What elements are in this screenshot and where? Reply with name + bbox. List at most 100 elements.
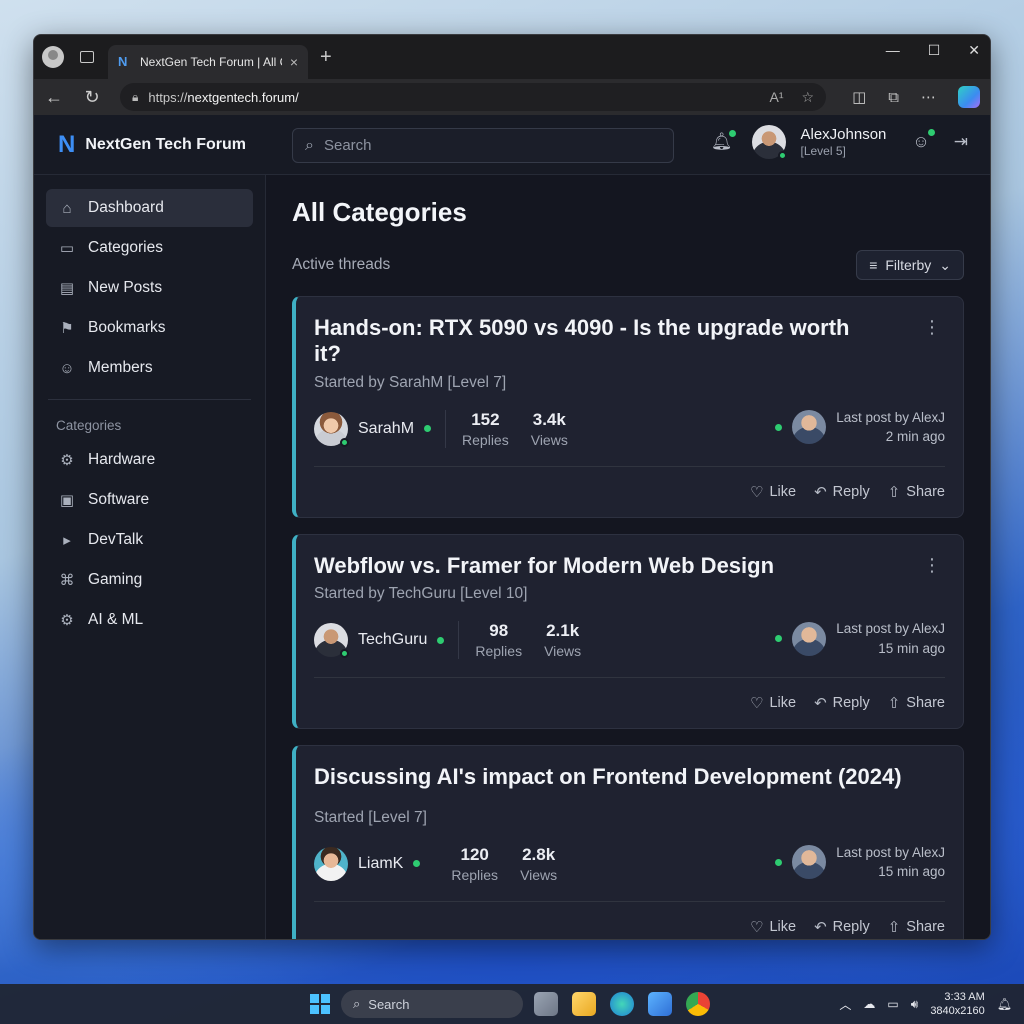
thread-author[interactable]: LiamK (314, 846, 421, 881)
author-avatar[interactable] (314, 623, 349, 659)
last-post[interactable]: Last post by AlexJ 15 min ago (775, 843, 945, 882)
thread-title[interactable]: Webflow vs. Framer for Modern Web Design (314, 553, 914, 579)
thread-title[interactable]: Discussing AI's impact on Frontend Devel… (314, 764, 954, 790)
taskbar-search[interactable]: ⌕ Search (341, 990, 523, 1018)
maximize-button[interactable]: ☐ (928, 42, 941, 59)
active-tab[interactable]: N NextGen Tech Forum | All Cat × (108, 45, 308, 79)
notification-bell-icon[interactable]: 🔔︎ (711, 130, 737, 152)
minimize-button[interactable]: — (886, 42, 900, 58)
url-text[interactable]: https://nextgentech.forum/ (148, 90, 759, 105)
like-button[interactable]: ♡ Like (750, 694, 796, 712)
sidebar-item-label: AI & ML (88, 611, 144, 628)
display-icon[interactable]: ▭ (887, 997, 898, 1011)
user-level: [Level 5] (800, 143, 846, 158)
thread-author[interactable]: SarahM (314, 411, 432, 447)
chrome-icon[interactable] (686, 992, 710, 1016)
more-options-icon[interactable]: ⋮ (923, 555, 941, 576)
task-view-icon[interactable] (534, 992, 558, 1016)
sidebar-item-label: Gaming (88, 571, 143, 588)
sidebar-item-bookmarks[interactable]: ⚑ Bookmarks (46, 309, 253, 347)
views-count: 2.1k (546, 621, 580, 641)
tab-actions-icon[interactable] (80, 51, 94, 63)
sidebar-categories-heading: Categories (56, 418, 122, 433)
user-avatar[interactable] (752, 125, 788, 160)
reply-button[interactable]: ↶ Reply (814, 694, 870, 712)
logout-icon[interactable]: ⇥ (954, 132, 968, 152)
last-post-avatar[interactable] (792, 845, 827, 880)
chevron-up-icon[interactable]: ︿ (839, 996, 851, 1013)
close-window-button[interactable]: ✕ (968, 42, 980, 59)
sidebar-item-dashboard[interactable]: ⌂ Dashboard (46, 189, 253, 227)
clock[interactable]: 3:33 AM 3840x2160 (930, 990, 984, 1019)
last-post-avatar[interactable] (792, 621, 827, 656)
sidebar-item-label: New Posts (88, 279, 163, 296)
last-post[interactable]: Last post by AlexJ 15 min ago (775, 619, 945, 658)
sidebar-item-software[interactable]: ▣ Software (46, 481, 253, 519)
cloud-icon[interactable]: ☁ (863, 997, 875, 1011)
thread-card[interactable]: Hands-on: RTX 5090 vs 4090 - Is the upgr… (292, 296, 964, 518)
read-aloud-icon[interactable]: A¹ (770, 89, 784, 106)
views-label: Views (544, 643, 582, 660)
site-name: NextGen Tech Forum (85, 135, 246, 153)
last-post[interactable]: Last post by AlexJ 2 min ago (775, 408, 945, 447)
store-icon[interactable] (648, 992, 672, 1016)
author-avatar[interactable] (314, 411, 349, 447)
reply-button[interactable]: ↶ Reply (814, 918, 870, 936)
profile-icon[interactable] (42, 46, 64, 68)
reply-button[interactable]: ↶ Reply (814, 483, 870, 501)
like-button[interactable]: ♡ Like (750, 483, 796, 501)
tab-close-icon[interactable]: × (290, 54, 298, 70)
more-menu-icon[interactable]: ⋯ (921, 88, 936, 106)
sidebar-item-new-posts[interactable]: ▤ New Posts (46, 269, 253, 307)
sidebar-item-devtalk[interactable]: ▸ DevTalk (46, 521, 253, 559)
share-button[interactable]: ⇧ Share (888, 483, 945, 501)
app-header: N NextGen Tech Forum ⌕ 🔔︎ AlexJohnson [L… (34, 115, 990, 175)
split-screen-icon[interactable]: ◫ (852, 88, 866, 106)
back-icon[interactable]: ← (44, 87, 64, 108)
author-name: SarahM (358, 419, 415, 437)
replies-count: 152 (471, 409, 500, 429)
like-button[interactable]: ♡ Like (750, 918, 796, 936)
sidebar-item-hardware[interactable]: ⚙ Hardware (46, 441, 253, 479)
sidebar-item-ai-ml[interactable]: ⚙ AI & ML (46, 601, 253, 639)
volume-icon[interactable]: 🔊︎ (911, 997, 919, 1012)
sidebar-item-gaming[interactable]: ⌘ Gaming (46, 561, 253, 599)
online-status-dot (775, 635, 783, 643)
user-info[interactable]: AlexJohnson [Level 5] (800, 126, 886, 158)
notification-icon[interactable]: 🔔︎ (997, 997, 1012, 1011)
windows-start-icon[interactable] (310, 994, 330, 1014)
last-post-avatar[interactable] (792, 410, 827, 445)
thread-card[interactable]: Discussing AI's impact on Frontend Devel… (292, 745, 964, 939)
online-status-dot (424, 425, 432, 433)
copilot-icon[interactable] (958, 86, 980, 108)
filter-button[interactable]: ≡ Filterby ⌄ (856, 250, 964, 280)
friends-icon[interactable]: ☺ (912, 129, 935, 152)
sidebar: ⌂ Dashboard ▭ Categories ▤ New Posts ⚑ B… (34, 175, 266, 939)
replies-label: Replies (451, 866, 499, 883)
share-button[interactable]: ⇧ Share (888, 694, 945, 712)
author-avatar[interactable] (314, 846, 348, 881)
new-tab-button[interactable]: + (320, 46, 332, 69)
thread-title[interactable]: Hands-on: RTX 5090 vs 4090 - Is the upgr… (314, 315, 874, 368)
file-explorer-icon[interactable] (572, 992, 596, 1016)
sidebar-item-members[interactable]: ☺ Members (46, 349, 253, 387)
refresh-icon[interactable]: ↻ (82, 87, 102, 108)
sidebar-item-categories[interactable]: ▭ Categories (46, 229, 253, 267)
thread-author[interactable]: TechGuru (314, 623, 445, 659)
search-bar[interactable]: ⌕ (292, 128, 674, 163)
views-count: 3.4k (532, 409, 566, 429)
lock-icon[interactable]: 🔒︎ (132, 90, 138, 105)
site-logo[interactable]: N NextGen Tech Forum (58, 130, 246, 158)
last-post-time: 2 min ago (885, 429, 945, 445)
favorite-star-icon[interactable]: ☆ (802, 89, 815, 106)
collections-icon[interactable]: ⧉ (888, 89, 899, 106)
url-field[interactable]: 🔒︎ https://nextgentech.forum/ A¹ ☆ (120, 83, 827, 111)
search-input[interactable] (323, 137, 661, 154)
edge-icon[interactable] (610, 992, 634, 1016)
page-subtitle: Active threads (292, 256, 391, 273)
thread-card[interactable]: Webflow vs. Framer for Modern Web Design… (292, 533, 964, 730)
more-options-icon[interactable]: ⋮ (923, 317, 941, 338)
replies-stat: 152 Replies (462, 410, 509, 448)
logo-mark-icon: N (58, 130, 76, 158)
share-button[interactable]: ⇧ Share (888, 918, 945, 936)
